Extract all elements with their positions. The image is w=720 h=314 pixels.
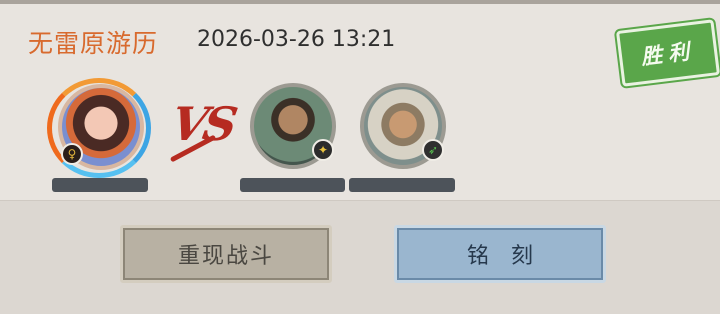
replay-battle-button[interactable]: 重现战斗 bbox=[120, 225, 332, 283]
engrave-button[interactable]: 铭刻 bbox=[394, 225, 606, 283]
bird-icon: ✦ bbox=[312, 139, 334, 161]
opponent-name-bar-2 bbox=[349, 178, 455, 192]
action-bar bbox=[0, 200, 720, 314]
player-name-bar bbox=[52, 178, 148, 192]
victory-stamp-label: 胜利 bbox=[639, 37, 697, 70]
record-title: 无雷原游历 bbox=[28, 29, 159, 58]
victory-stamp: 胜利 bbox=[615, 19, 720, 87]
record-datetime: 2026-03-26 13:21 bbox=[197, 27, 396, 52]
leaf-icon: ➶ bbox=[422, 139, 444, 161]
venus-icon: ♀ bbox=[61, 143, 83, 165]
opponent-name-bar-1 bbox=[240, 178, 345, 192]
